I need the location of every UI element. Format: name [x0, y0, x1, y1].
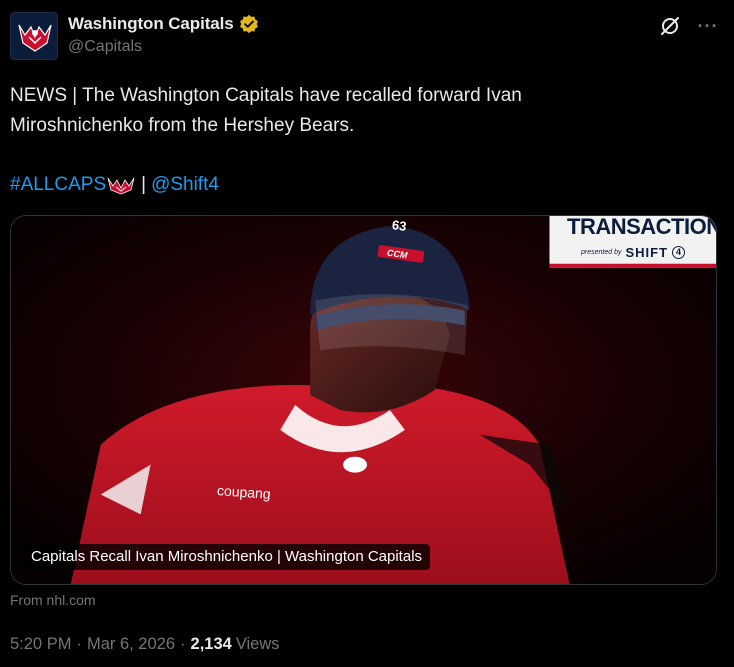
- tags-line: #ALLCAPS | @Shift4: [10, 170, 219, 200]
- card-image: [11, 216, 716, 584]
- tweet-text: NEWS | The Washington Capitals have reca…: [10, 81, 710, 141]
- meta-separator: ·: [180, 635, 186, 653]
- views-count: 2,134: [190, 635, 232, 653]
- capitals-logo: [11, 13, 57, 59]
- capitals-eagle-emoji-icon: [107, 177, 135, 195]
- card-caption: Capitals Recall Ivan Miroshnichenko | Wa…: [23, 544, 431, 570]
- name-block: Washington Capitals @Capitals: [68, 13, 259, 56]
- divider: |: [141, 174, 147, 195]
- display-name-row: Washington Capitals: [68, 13, 259, 35]
- meta-separator: ·: [76, 635, 82, 653]
- views-label: Views: [235, 635, 280, 653]
- grok-icon[interactable]: [658, 14, 682, 38]
- link-card[interactable]: TRANSACTIONS presented by SHIFT 4 63 CCM…: [10, 215, 717, 585]
- tweet-text-line-1: NEWS | The Washington Capitals have reca…: [10, 85, 522, 106]
- tweet-meta: 5:20 PM · Mar 6, 2026 · 2,134 Views: [10, 635, 280, 654]
- tweet-header: Washington Capitals @Capitals ···: [10, 10, 724, 62]
- banner-sponsor: SHIFT: [625, 245, 669, 260]
- transactions-banner-title: TRANSACTIONS: [567, 215, 716, 239]
- banner-sponsor-number: 4: [672, 246, 686, 259]
- display-name[interactable]: Washington Capitals: [68, 14, 234, 34]
- banner-presented-by: presented by: [581, 249, 622, 256]
- avatar[interactable]: [10, 12, 58, 60]
- verified-badge-icon[interactable]: [239, 14, 259, 34]
- handle[interactable]: @Capitals: [68, 38, 259, 56]
- helmet-number: 63: [391, 217, 408, 234]
- mention-link[interactable]: @Shift4: [151, 170, 219, 200]
- tweet-date[interactable]: Mar 6, 2026: [87, 635, 175, 654]
- tweet-time[interactable]: 5:20 PM: [10, 635, 71, 654]
- card-source[interactable]: From nhl.com: [10, 592, 96, 608]
- hashtag-link[interactable]: #ALLCAPS: [10, 170, 106, 200]
- more-icon[interactable]: ···: [696, 14, 720, 38]
- tweet-text-line-2: Miroshnichenko from the Hershey Bears.: [10, 115, 355, 136]
- sponsor-row: presented by SHIFT 4: [581, 245, 686, 260]
